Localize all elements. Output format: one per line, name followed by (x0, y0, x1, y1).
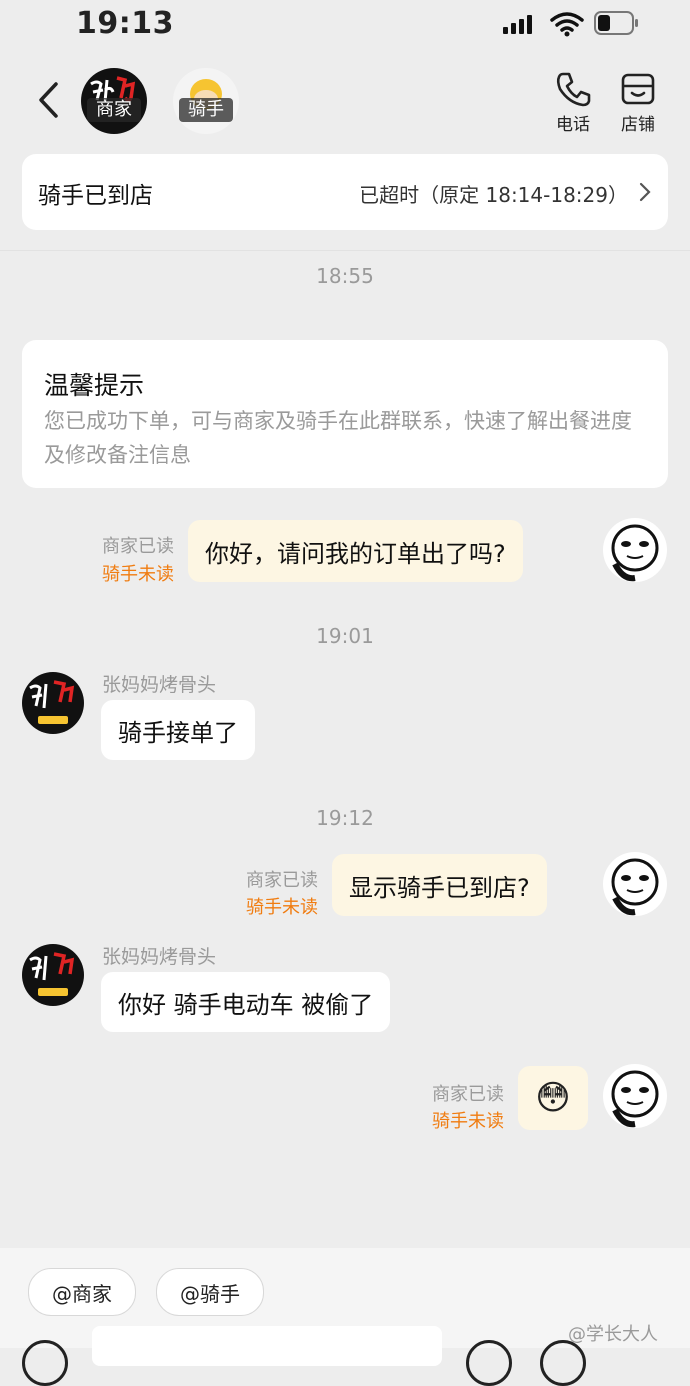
my-avatar[interactable] (603, 518, 667, 582)
battery-icon (594, 11, 638, 35)
my-message-bubble[interactable]: 显示骑手已到店? (332, 854, 547, 916)
chevron-right-icon (639, 182, 651, 202)
order-status-card[interactable]: 骑手已到店 已超时（原定 18:14-18:29） (22, 154, 668, 230)
shop-avatar[interactable] (22, 944, 84, 1006)
timestamp: 19:12 (316, 806, 374, 830)
merchant-read-status: 商家已读 (102, 536, 174, 557)
store-icon (621, 73, 655, 105)
panda-meme-icon (611, 858, 659, 916)
rider-unread-status: 骑手未读 (102, 564, 174, 585)
order-status-detail: 已超时（原定 18:14-18:29） (359, 183, 628, 207)
timestamp: 19:01 (316, 624, 374, 648)
mention-rider-chip[interactable]: @骑手 (156, 1268, 264, 1316)
mention-merchant-chip[interactable]: @商家 (28, 1268, 136, 1316)
panda-meme-icon (611, 524, 659, 582)
rider-unread-status: 骑手未读 (432, 1111, 504, 1132)
sender-name: 张妈妈烤骨头 (102, 946, 217, 968)
voice-button[interactable] (22, 1340, 68, 1386)
tip-title: 温馨提示 (44, 371, 145, 400)
merchant-read-status: 商家已读 (246, 870, 318, 891)
shop-logo-icon (29, 680, 75, 724)
shop-button[interactable]: 店铺 (612, 70, 664, 135)
emoji-message-bubble[interactable]: 😳 (518, 1066, 588, 1130)
shop-logo-icon (29, 952, 75, 996)
my-avatar[interactable] (603, 852, 667, 916)
rider-avatar[interactable]: 骑手 (173, 68, 239, 134)
more-button[interactable] (540, 1340, 586, 1386)
back-arrow-icon[interactable] (34, 80, 64, 120)
merchant-badge: 商家 (87, 98, 141, 122)
tip-card: 温馨提示 您已成功下单，可与商家及骑手在此群联系，快速了解出餐进度及修改备注信息 (22, 340, 668, 488)
message-input[interactable] (92, 1326, 442, 1366)
my-avatar[interactable] (603, 1064, 667, 1128)
shop-label: 店铺 (621, 115, 655, 135)
my-message-bubble[interactable]: 你好，请问我的订单出了吗? (188, 520, 523, 582)
status-time: 19:13 (76, 6, 174, 41)
timestamp: 18:55 (316, 264, 374, 288)
panda-meme-icon (611, 1070, 659, 1128)
watermark: @学长大人 (568, 1324, 658, 1345)
rider-unread-status: 骑手未读 (246, 897, 318, 918)
phone-label: 电话 (556, 115, 590, 135)
shocked-emoji-icon: 😳 (535, 1078, 571, 1118)
sender-name: 张妈妈烤骨头 (102, 674, 217, 696)
merchant-read-status: 商家已读 (432, 1084, 504, 1105)
merchant-avatar[interactable]: 商家 (81, 68, 147, 134)
tip-body: 您已成功下单，可与商家及骑手在此群联系，快速了解出餐进度及修改备注信息 (44, 409, 632, 467)
order-status-label: 骑手已到店 (38, 183, 153, 209)
phone-button[interactable]: 电话 (547, 70, 599, 135)
shop-message-bubble[interactable]: 骑手接单了 (101, 700, 255, 760)
phone-icon (556, 72, 591, 107)
shop-message-bubble[interactable]: 你好 骑手电动车 被偷了 (101, 972, 391, 1032)
emoji-button[interactable] (466, 1340, 512, 1386)
rider-badge: 骑手 (179, 98, 233, 122)
cellular-signal-icon (503, 14, 532, 34)
wifi-icon (550, 12, 584, 37)
shop-avatar[interactable] (22, 672, 84, 734)
header-divider (0, 250, 690, 251)
